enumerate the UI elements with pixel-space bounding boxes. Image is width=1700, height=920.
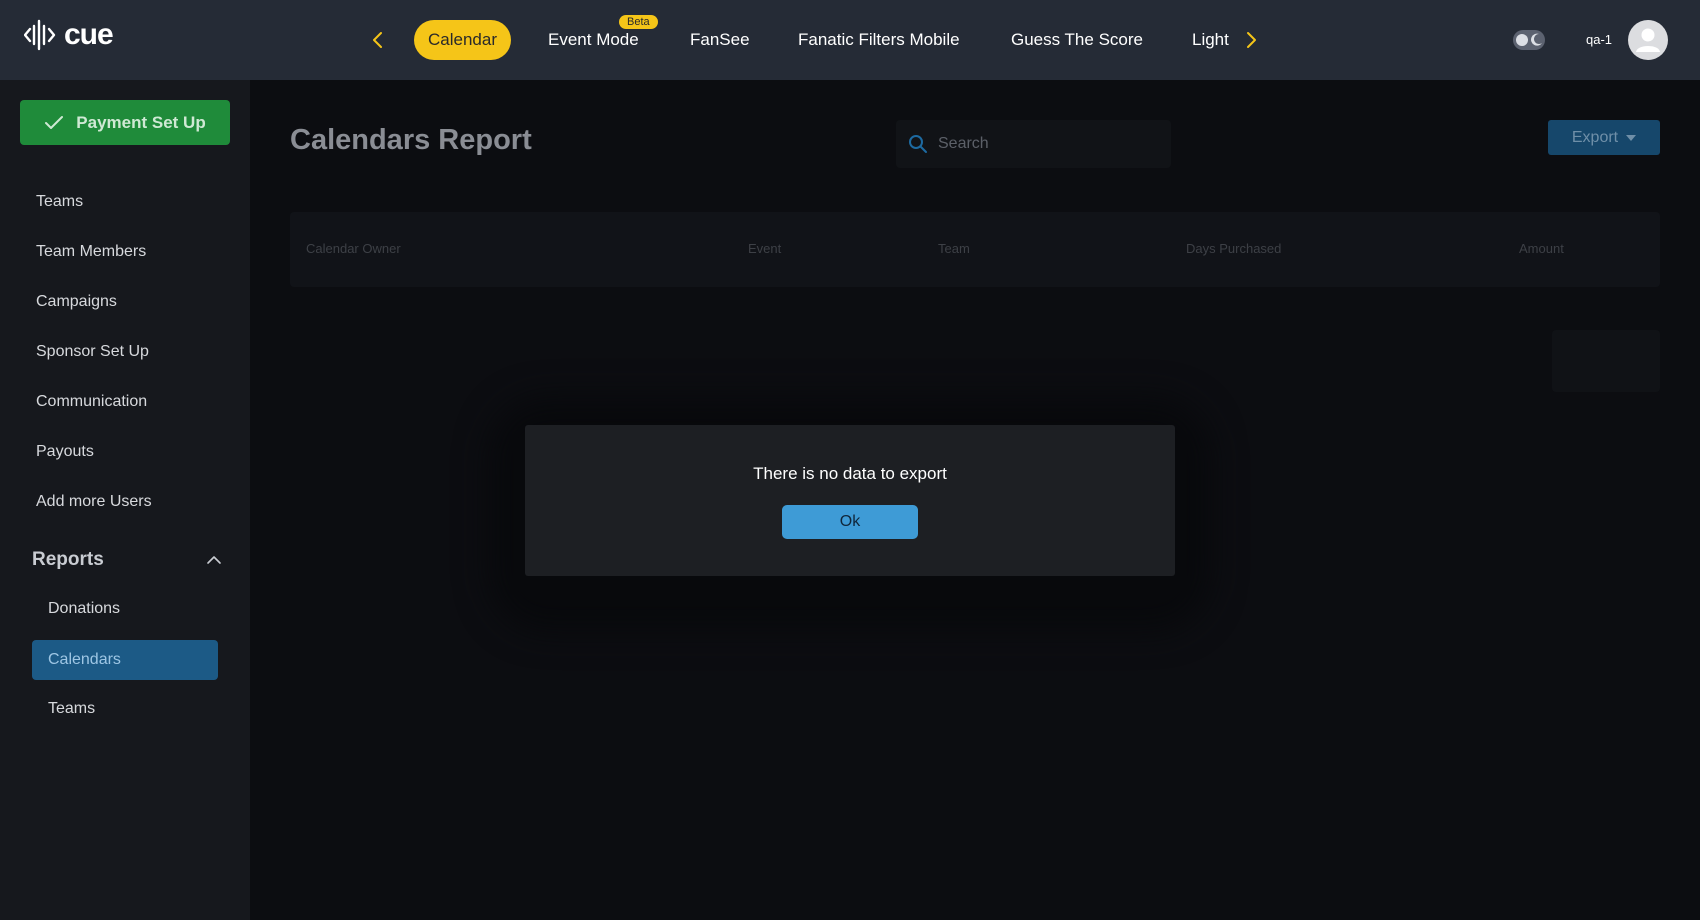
caret-down-icon	[1626, 134, 1637, 141]
username: qa-1	[1586, 32, 1613, 47]
chevron-right-icon	[1247, 32, 1256, 48]
export-label: Export	[1571, 128, 1619, 146]
user-icon	[1636, 28, 1660, 52]
tab-light[interactable]: Light	[1192, 20, 1229, 60]
search-input[interactable]: Search	[896, 120, 1171, 168]
chevron-up-icon	[207, 556, 221, 564]
sidebar-item-payouts[interactable]: Payouts	[36, 443, 94, 461]
check-icon	[45, 115, 64, 129]
column-event[interactable]: Event	[748, 241, 781, 256]
ok-button[interactable]: Ok	[782, 505, 918, 539]
tab-fansee[interactable]: FanSee	[690, 20, 750, 60]
export-button[interactable]: Export	[1548, 120, 1660, 155]
alert-dialog: There is no data to export Ok	[525, 425, 1175, 576]
logo-text: cue	[64, 18, 114, 51]
tab-calendar[interactable]: Calendar	[414, 20, 511, 60]
top-navbar: cue Calendar Event Mode FanSee Fanatic F…	[0, 0, 1700, 80]
toggle-knob	[1516, 34, 1528, 46]
sidebar-item-donations[interactable]: Donations	[48, 600, 120, 618]
sidebar-reports-toggle[interactable]: Reports	[32, 549, 222, 571]
column-team[interactable]: Team	[938, 241, 970, 256]
sidebar-item-teams[interactable]: Teams	[36, 193, 83, 211]
tabs-prev-button[interactable]	[365, 26, 389, 54]
beta-badge: Beta	[619, 15, 658, 29]
moon-icon	[1531, 33, 1542, 46]
sidebar-item-communication[interactable]: Communication	[36, 393, 147, 411]
tabs-next-button[interactable]	[1240, 26, 1264, 54]
sidebar: Payment Set Up Teams Team Members Campai…	[0, 80, 250, 920]
logo-waveform-icon	[24, 19, 56, 51]
pagination[interactable]	[1552, 330, 1660, 392]
column-amount[interactable]: Amount	[1519, 241, 1564, 256]
sidebar-item-calendars-label: Calendars	[48, 651, 121, 668]
search-placeholder: Search	[938, 135, 989, 152]
sidebar-item-team-members[interactable]: Team Members	[36, 243, 146, 261]
sidebar-item-calendars[interactable]: Calendars	[32, 640, 218, 680]
column-calendar-owner[interactable]: Calendar Owner	[306, 241, 401, 256]
sidebar-item-add-more-users[interactable]: Add more Users	[36, 493, 152, 511]
theme-toggle[interactable]	[1513, 30, 1545, 50]
payment-setup-button[interactable]: Payment Set Up	[20, 100, 230, 145]
reports-label: Reports	[32, 549, 104, 570]
search-icon	[909, 135, 927, 153]
dialog-message: There is no data to export	[753, 464, 947, 483]
tab-fanatic-filters-mobile[interactable]: Fanatic Filters Mobile	[798, 20, 960, 60]
chevron-left-icon	[373, 32, 382, 48]
sidebar-item-report-teams[interactable]: Teams	[48, 700, 95, 718]
tab-guess-the-score[interactable]: Guess The Score	[1011, 20, 1143, 60]
sidebar-item-campaigns[interactable]: Campaigns	[36, 293, 117, 311]
payment-setup-label: Payment Set Up	[76, 112, 206, 132]
tabs-strip: Calendar Event Mode FanSee Fanatic Filte…	[410, 0, 1232, 80]
sidebar-item-sponsor-set-up[interactable]: Sponsor Set Up	[36, 343, 149, 361]
app-logo[interactable]: cue	[24, 18, 114, 52]
user-avatar[interactable]	[1628, 20, 1668, 60]
column-days-purchased[interactable]: Days Purchased	[1186, 241, 1281, 256]
table-header: Calendar Owner Event Team Days Purchased…	[290, 212, 1660, 287]
page-title: Calendars Report	[290, 124, 532, 156]
